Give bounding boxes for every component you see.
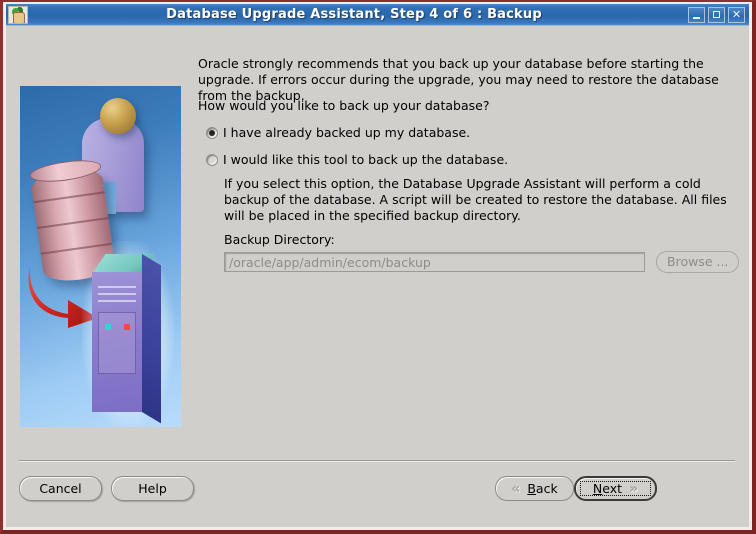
browse-button[interactable]: Browse ...: [656, 251, 740, 273]
server-vent-line: [98, 286, 136, 288]
window-frame-inner: Database Upgrade Assistant, Step 4 of 6 …: [3, 2, 752, 530]
server-led-red: [124, 324, 130, 330]
radio-button-icon-unselected[interactable]: [206, 154, 218, 166]
chevron-right-icon: »: [629, 480, 639, 497]
server-side-face: [142, 254, 161, 424]
back-button-label: Back: [527, 481, 558, 496]
server-front-panel: [98, 312, 136, 374]
radio-option-already-backed-up[interactable]: I have already backed up my database.: [206, 125, 470, 140]
radio-label-already-backed-up: I have already backed up my database.: [223, 125, 471, 140]
database-upgrade-illustration: [20, 86, 181, 427]
server-vent-line: [98, 300, 136, 302]
maximize-icon: [713, 10, 720, 18]
icon-hand: [13, 12, 25, 23]
footer-separator: [19, 460, 735, 462]
person-head-shape: [100, 98, 136, 134]
minimize-button[interactable]: [688, 6, 705, 23]
help-button[interactable]: Help: [111, 476, 194, 501]
close-button[interactable]: ✕: [728, 6, 745, 23]
minimize-icon: [693, 16, 700, 19]
oracle-assistant-icon: [8, 6, 28, 24]
cylinder-band: [33, 191, 105, 203]
cylinder-band: [36, 217, 109, 229]
back-button[interactable]: « Back: [495, 476, 574, 501]
server-vent-line: [98, 293, 136, 295]
question-text: How would you like to back up your datab…: [198, 98, 490, 113]
chevron-left-icon: «: [511, 480, 521, 497]
intro-text: Oracle strongly recommends that you back…: [198, 56, 719, 103]
maximize-button[interactable]: [708, 6, 725, 23]
cancel-button[interactable]: Cancel: [19, 476, 102, 501]
radio-label-tool-backup: I would like this tool to back up the da…: [223, 152, 509, 167]
next-button-label: Next: [592, 481, 623, 496]
title-bar[interactable]: Database Upgrade Assistant, Step 4 of 6 …: [6, 4, 749, 26]
radio-option-tool-backup[interactable]: I would like this tool to back up the da…: [206, 152, 508, 167]
backup-directory-input[interactable]: [224, 252, 645, 272]
application-window: Database Upgrade Assistant, Step 4 of 6 …: [0, 0, 756, 534]
dialog-content: Oracle strongly recommends that you back…: [6, 26, 749, 527]
backup-directory-row: Browse ...: [224, 251, 740, 273]
option-description-text: If you select this option, the Database …: [224, 176, 727, 223]
backup-directory-label: Backup Directory:: [224, 232, 335, 247]
server-led-teal: [105, 324, 111, 330]
window-title: Database Upgrade Assistant, Step 4 of 6 …: [166, 7, 542, 22]
window-controls: ✕: [688, 6, 745, 23]
next-button[interactable]: Next »: [574, 476, 657, 501]
radio-button-icon-selected[interactable]: [206, 127, 218, 139]
